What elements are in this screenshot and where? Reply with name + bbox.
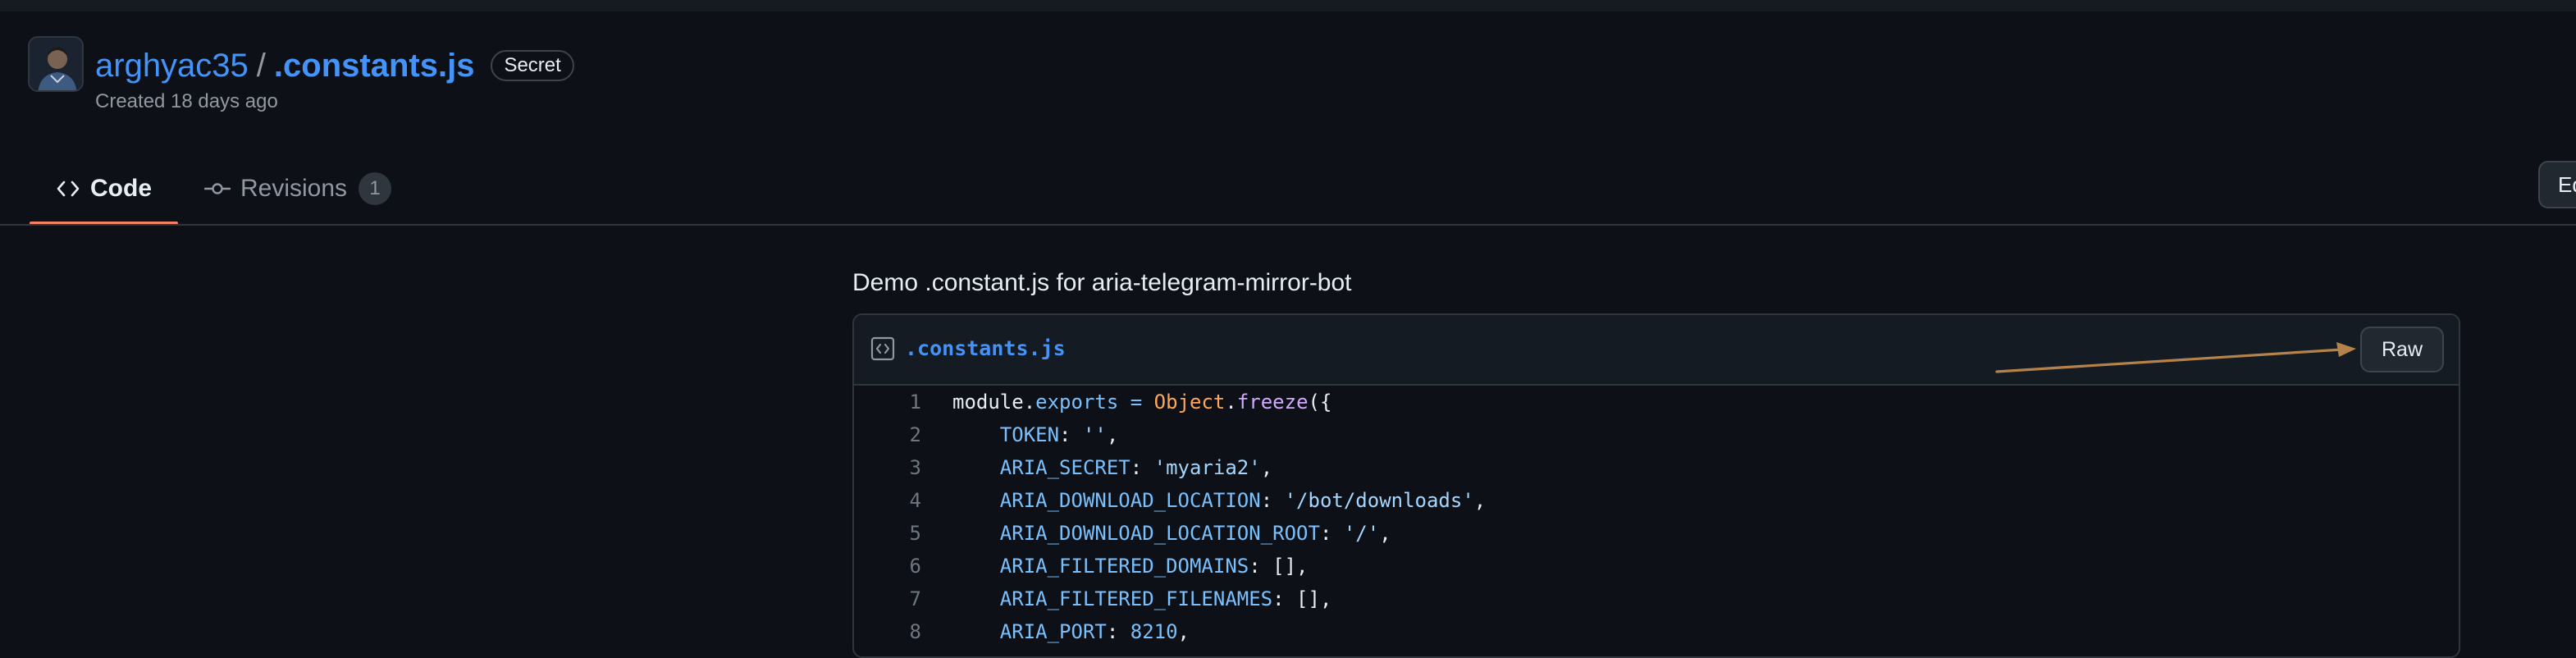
line-code: TOKEN: '', [921, 423, 1119, 446]
line-code: ARIA_FILTERED_DOMAINS: [], [921, 555, 1309, 578]
secret-badge: Secret [491, 50, 574, 81]
gist-title: arghyac35 / .constants.js Secret [95, 39, 574, 92]
code-icon [56, 180, 80, 198]
code-token: freeze [1236, 391, 1309, 414]
code-token: '' [1082, 423, 1107, 446]
code-line: 3 ARIA_SECRET: 'myaria2', [854, 451, 2459, 484]
line-number[interactable]: 4 [854, 489, 921, 512]
code-line: 8 ARIA_PORT: 8210, [854, 615, 2459, 648]
code-token: TOKEN [999, 423, 1060, 446]
gist-tabs: Code Revisions 1 [30, 153, 418, 225]
code-token: ARIA_SECRET [999, 456, 1130, 479]
code-body: 1 module.exports = Object.freeze({2 TOKEN… [854, 386, 2459, 648]
line-number[interactable]: 2 [854, 423, 921, 446]
code-token: : [], [1272, 587, 1332, 610]
git-commit-icon [204, 180, 231, 198]
code-token: : [1106, 620, 1130, 643]
line-code: ARIA_DOWNLOAD_LOCATION_ROOT: '/', [921, 522, 1391, 545]
top-bar [0, 0, 2576, 11]
gist-header: arghyac35 / .constants.js Secret Created… [28, 36, 1012, 126]
code-token: : [1319, 522, 1344, 545]
code-token: : [1059, 423, 1083, 446]
file-header: .constants.js Raw [854, 315, 2459, 386]
code-token: , [1473, 489, 1487, 512]
tab-revisions-label: Revisions [240, 175, 348, 202]
title-separator: / [256, 47, 266, 84]
file-box: .constants.js Raw 1 module.exports = Obje… [852, 313, 2460, 658]
line-code: ARIA_FILTERED_FILENAMES: [], [921, 587, 1332, 610]
code-token: ARIA_DOWNLOAD_LOCATION [999, 489, 1261, 512]
tabs-divider [0, 224, 2576, 226]
edit-button[interactable]: Edit [2538, 161, 2576, 208]
line-code: ARIA_DOWNLOAD_LOCATION: '/bot/downloads'… [921, 489, 1486, 512]
gist-description: Demo .constant.js for aria-telegram-mirr… [852, 269, 1352, 296]
code-line: 1 module.exports = Object.freeze({ [854, 386, 2459, 418]
line-number[interactable]: 8 [854, 620, 921, 643]
file-name-link[interactable]: .constants.js [905, 336, 1066, 360]
raw-button[interactable]: Raw [2360, 327, 2444, 372]
code-line: 2 TOKEN: '', [854, 418, 2459, 451]
line-code: ARIA_PORT: 8210, [921, 620, 1190, 643]
gist-filename-link[interactable]: .constants.js [274, 48, 475, 85]
code-token: '/bot/downloads' [1284, 489, 1474, 512]
code-token: Object [1153, 391, 1226, 414]
tab-revisions[interactable]: Revisions 1 [178, 153, 418, 225]
code-token: , [1260, 456, 1273, 479]
code-token: ARIA_FILTERED_FILENAMES [999, 587, 1273, 610]
line-number[interactable]: 7 [854, 587, 921, 610]
line-code: ARIA_SECRET: 'myaria2', [921, 456, 1272, 479]
created-timestamp: Created 18 days ago [95, 90, 278, 112]
tab-code[interactable]: Code [30, 153, 178, 225]
code-token: = [1118, 391, 1154, 414]
avatar[interactable] [28, 36, 84, 92]
code-line: 5 ARIA_DOWNLOAD_LOCATION_ROOT: '/', [854, 517, 2459, 550]
code-token: 'myaria2' [1153, 456, 1261, 479]
code-line: 4 ARIA_DOWNLOAD_LOCATION: '/bot/download… [854, 484, 2459, 517]
code-token: ({ [1308, 391, 1332, 414]
tab-code-label: Code [90, 175, 152, 202]
code-token: , [1177, 620, 1190, 643]
code-token: module. [952, 391, 1036, 414]
code-token: ARIA_PORT [999, 620, 1107, 643]
code-token: , [1379, 522, 1391, 545]
file-code-icon [870, 336, 895, 361]
line-code: module.exports = Object.freeze({ [921, 391, 1331, 414]
line-number[interactable]: 3 [854, 456, 921, 479]
line-number[interactable]: 1 [854, 391, 921, 414]
code-token: exports [1035, 391, 1119, 414]
code-token: 8210 [1130, 620, 1178, 643]
line-number[interactable]: 5 [854, 522, 921, 545]
code-token: . [1225, 391, 1237, 414]
code-line: 7 ARIA_FILTERED_FILENAMES: [], [854, 583, 2459, 615]
code-token: ARIA_FILTERED_DOMAINS [999, 555, 1249, 578]
line-number[interactable]: 6 [854, 555, 921, 578]
code-token: '/' [1343, 522, 1380, 545]
code-token: : [1130, 456, 1154, 479]
avatar-image [30, 38, 82, 90]
code-token: : [], [1249, 555, 1309, 578]
code-token: ARIA_DOWNLOAD_LOCATION_ROOT [999, 522, 1320, 545]
code-token: : [1260, 489, 1285, 512]
code-token: , [1106, 423, 1119, 446]
code-line: 6 ARIA_FILTERED_DOMAINS: [], [854, 550, 2459, 583]
owner-link[interactable]: arghyac35 [95, 48, 249, 85]
revisions-count-badge: 1 [359, 172, 392, 205]
